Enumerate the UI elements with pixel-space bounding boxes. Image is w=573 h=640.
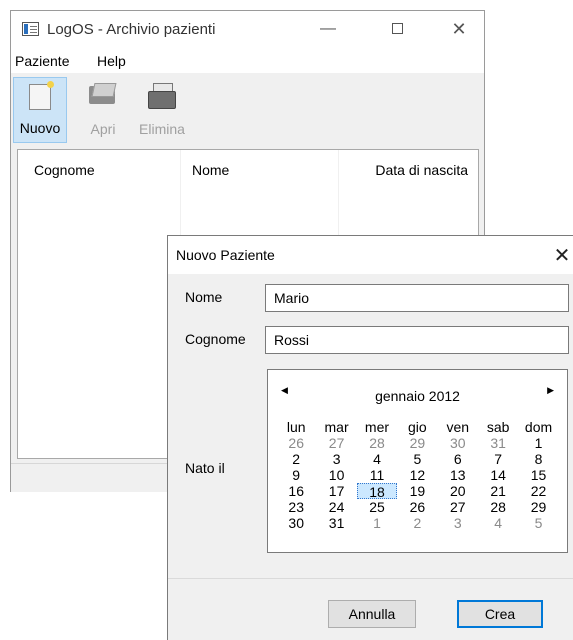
calendar-day[interactable]: 5 xyxy=(518,515,558,531)
calendar-day[interactable]: 30 xyxy=(438,435,478,451)
crea-button[interactable]: Crea xyxy=(457,600,543,628)
printer-icon xyxy=(148,83,176,109)
column-header-nome[interactable]: Nome xyxy=(192,162,229,178)
calendar-day[interactable]: 4 xyxy=(357,451,397,467)
calendar-day[interactable]: 30 xyxy=(276,515,316,531)
menu-paziente[interactable]: Paziente xyxy=(15,53,69,69)
next-month-button[interactable]: ▶ xyxy=(547,385,554,396)
calendar-day[interactable]: 23 xyxy=(276,499,316,515)
weekday-label: mer xyxy=(364,419,390,435)
weekday-header-row: lun mar mer gio ven sab dom xyxy=(276,419,559,435)
dialog-title-bar: Nuovo Paziente ✕ xyxy=(168,236,573,274)
calendar-day-selected[interactable]: 18 xyxy=(356,483,398,500)
calendar-week-row: 9 10 11 12 13 14 15 xyxy=(276,467,559,483)
calendar-day[interactable]: 8 xyxy=(518,451,558,467)
calendar-day[interactable]: 3 xyxy=(438,515,478,531)
calendar-day[interactable]: 29 xyxy=(518,499,558,515)
calendar-day[interactable]: 21 xyxy=(478,483,518,499)
new-patient-dialog: Nuovo Paziente ✕ Nome Mario Cognome Ross… xyxy=(167,235,573,640)
date-calendar[interactable]: ◀ gennaio 2012 ▶ lun mar mer gio ven sab… xyxy=(267,369,568,553)
calendar-day[interactable]: 5 xyxy=(397,451,437,467)
weekday-label: sab xyxy=(486,419,510,435)
calendar-day[interactable]: 1 xyxy=(518,435,558,451)
elimina-button[interactable]: Elimina xyxy=(131,77,193,143)
calendar-day[interactable]: 31 xyxy=(478,435,518,451)
nome-label: Nome xyxy=(185,289,223,305)
calendar-day[interactable]: 4 xyxy=(478,515,518,531)
calendar-day[interactable]: 26 xyxy=(397,499,437,515)
new-document-icon xyxy=(29,81,54,110)
calendar-day[interactable]: 16 xyxy=(276,483,316,499)
nuovo-button[interactable]: Nuovo xyxy=(13,77,67,143)
calendar-day[interactable]: 15 xyxy=(518,467,558,483)
calendar-day[interactable]: 26 xyxy=(276,435,316,451)
calendar-day[interactable]: 10 xyxy=(316,467,356,483)
calendar-day[interactable]: 27 xyxy=(438,499,478,515)
menu-help[interactable]: Help xyxy=(97,53,126,69)
calendar-day[interactable]: 25 xyxy=(357,499,397,515)
minimize-button[interactable]: — xyxy=(316,19,340,39)
calendar-day[interactable]: 17 xyxy=(316,483,356,499)
calendar-day[interactable]: 2 xyxy=(276,451,316,467)
weekday-label: lun xyxy=(286,419,306,435)
calendar-month-label[interactable]: gennaio 2012 xyxy=(268,388,567,404)
nuovo-label: Nuovo xyxy=(19,120,61,136)
calendar-day[interactable]: 24 xyxy=(316,499,356,515)
weekday-label: mar xyxy=(324,419,349,435)
dialog-footer-divider xyxy=(168,578,573,579)
calendar-week-row: 30 31 1 2 3 4 5 xyxy=(276,515,559,531)
dialog-close-button[interactable]: ✕ xyxy=(552,243,572,268)
calendar-week-row: 26 27 28 29 30 31 1 xyxy=(276,435,559,451)
maximize-icon xyxy=(391,23,403,34)
maximize-button[interactable] xyxy=(385,19,409,39)
column-header-data-nascita[interactable]: Data di nascita xyxy=(375,162,468,178)
calendar-day[interactable]: 13 xyxy=(438,467,478,483)
title-bar: LogOS - Archivio pazienti — ✕ xyxy=(11,11,484,49)
weekday-label: ven xyxy=(446,419,470,435)
weekday-label: dom xyxy=(524,419,553,435)
calendar-day[interactable]: 1 xyxy=(357,515,397,531)
calendar-day[interactable]: 12 xyxy=(397,467,437,483)
calendar-week-row: 2345678 xyxy=(276,451,559,467)
calendar-day[interactable]: 20 xyxy=(438,483,478,499)
cognome-input[interactable]: Rossi xyxy=(265,326,569,354)
calendar-day[interactable]: 7 xyxy=(478,451,518,467)
calendar-week-row: 23 24 25 26 27 28 29 xyxy=(276,499,559,515)
calendar-grid: lun mar mer gio ven sab dom 26 27 28 29 30 31… xyxy=(276,419,559,531)
cognome-label: Cognome xyxy=(185,331,246,347)
apri-button[interactable]: Apri xyxy=(81,77,125,143)
calendar-day[interactable]: 6 xyxy=(438,451,478,467)
calendar-day[interactable]: 2 xyxy=(397,515,437,531)
nome-input[interactable]: Mario xyxy=(265,284,569,312)
close-button[interactable]: ✕ xyxy=(447,19,471,39)
nato-il-label: Nato il xyxy=(185,460,225,476)
window-title: LogOS - Archivio pazienti xyxy=(47,21,216,38)
calendar-day[interactable]: 11 xyxy=(357,467,397,483)
weekday-label: gio xyxy=(408,419,427,435)
calendar-day[interactable]: 29 xyxy=(397,435,437,451)
elimina-label: Elimina xyxy=(139,121,185,137)
app-icon xyxy=(22,22,39,36)
menu-bar: Paziente Help xyxy=(11,49,484,73)
calendar-day[interactable]: 28 xyxy=(357,435,397,451)
calendar-day[interactable]: 19 xyxy=(397,483,437,499)
dialog-title: Nuovo Paziente xyxy=(176,247,275,263)
calendar-day[interactable]: 31 xyxy=(316,515,356,531)
calendar-day[interactable]: 14 xyxy=(478,467,518,483)
calendar-day[interactable]: 9 xyxy=(276,467,316,483)
open-folder-icon xyxy=(89,83,117,105)
apri-label: Apri xyxy=(90,121,116,137)
calendar-day[interactable]: 27 xyxy=(316,435,356,451)
annulla-button[interactable]: Annulla xyxy=(328,600,416,628)
column-header-cognome[interactable]: Cognome xyxy=(34,162,95,178)
calendar-day[interactable]: 22 xyxy=(518,483,558,499)
calendar-day[interactable]: 3 xyxy=(316,451,356,467)
toolbar: Nuovo Apri Elimina xyxy=(11,73,484,149)
calendar-day[interactable]: 28 xyxy=(478,499,518,515)
calendar-week-row: 16 17 18 19 20 21 22 xyxy=(276,483,559,500)
